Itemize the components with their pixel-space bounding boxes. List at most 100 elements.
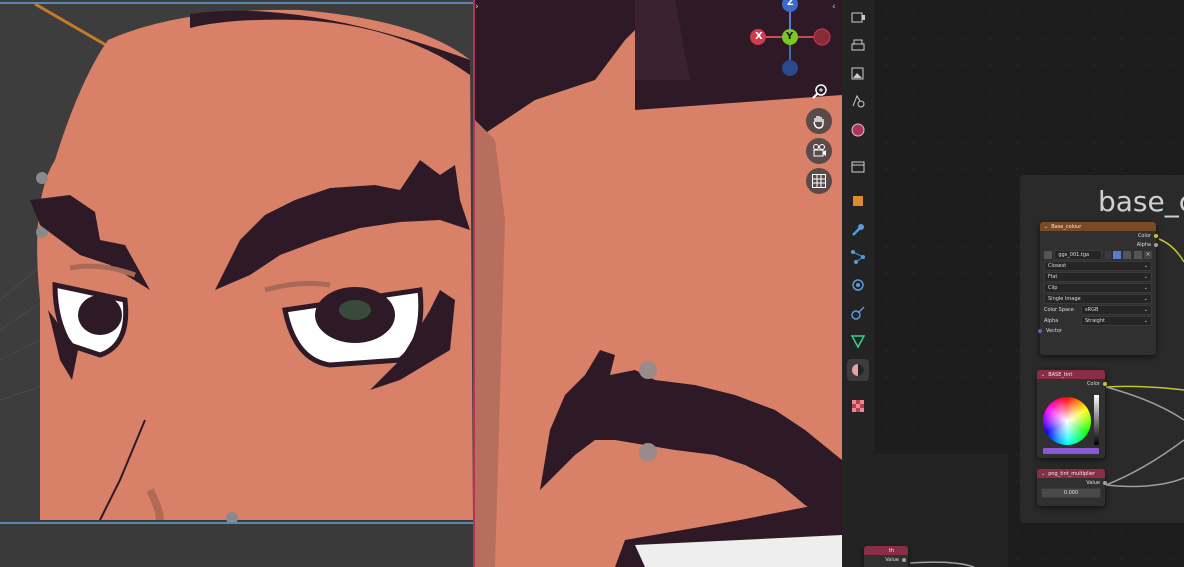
hand-icon: [813, 116, 824, 129]
toolbar-expand-left-icon[interactable]: ›: [475, 2, 479, 12]
chevron-down-icon: ⌄: [1143, 262, 1148, 269]
output-alpha-label: Alpha: [1136, 241, 1151, 248]
properties-tabs: [842, 0, 874, 567]
particles-icon: [851, 250, 865, 264]
collapse-icon[interactable]: ⌄: [1041, 372, 1045, 378]
color-space-dropdown[interactable]: sRGB ⌄: [1081, 304, 1152, 315]
mesh-data-icon: [850, 335, 866, 349]
grid-icon: [812, 174, 826, 188]
gizmo-x-label: X: [755, 31, 763, 42]
tab-physics[interactable]: [847, 274, 869, 296]
alpha-label: Alpha: [1044, 317, 1059, 324]
shield-icon[interactable]: [1112, 250, 1121, 259]
image-stack-icon: [851, 67, 864, 80]
camera-back-icon: [851, 12, 865, 23]
axis-gizmo[interactable]: [750, 0, 840, 80]
viewport-right-scene: [475, 0, 842, 567]
collapse-icon[interactable]: ⌄: [1041, 471, 1045, 477]
extension-dropdown[interactable]: Clip ⌄: [1044, 282, 1152, 293]
input-vector-label: Vector: [1046, 327, 1062, 334]
tab-particles[interactable]: [847, 246, 869, 268]
tab-collection[interactable]: [847, 155, 869, 177]
chevron-down-icon: ⌄: [1143, 295, 1148, 302]
node-base-tint[interactable]: ⌄ BASE_tint Color: [1037, 370, 1107, 458]
box-icon: [851, 161, 865, 173]
zoom-button[interactable]: [807, 78, 833, 104]
pan-button[interactable]: [806, 108, 832, 134]
camera-icon: [813, 144, 826, 157]
tab-constraints[interactable]: [847, 302, 869, 324]
image-browse-icon[interactable]: [1044, 250, 1052, 259]
sidebar-expand-icon[interactable]: ‹: [832, 2, 836, 12]
output-value-socket[interactable]: [1103, 480, 1107, 485]
close-icon[interactable]: ×: [1143, 250, 1152, 259]
chevron-down-icon: ⌄: [1143, 284, 1148, 291]
output-alpha-socket[interactable]: [1154, 242, 1158, 247]
object-icon: [853, 196, 863, 206]
tab-render[interactable]: [847, 6, 869, 28]
interpolation-dropdown[interactable]: Closest ⌄: [1044, 260, 1152, 271]
gizmo-z-label: Z: [787, 0, 794, 8]
node-tint-multiplier[interactable]: ⌄ png_tint_multiplier Value 0.000: [1037, 469, 1107, 506]
projection-dropdown[interactable]: Flat ⌄: [1044, 271, 1152, 282]
collapse-icon[interactable]: ⌄: [1044, 224, 1048, 230]
chevron-down-icon: ⌄: [1143, 306, 1148, 313]
node-base-colour[interactable]: ⌄ Base_colour Color Alpha ggs_001.tga × …: [1038, 222, 1158, 355]
node-title: BASE_tint: [1048, 371, 1073, 378]
node-title: th: [888, 547, 894, 554]
output-color-socket[interactable]: [1154, 233, 1158, 238]
color-space-label: Color Space: [1044, 306, 1074, 313]
printer-icon: [851, 39, 865, 51]
tab-object[interactable]: [847, 190, 869, 212]
physics-icon: [852, 279, 864, 291]
scene-icon: [852, 94, 865, 108]
tab-data[interactable]: [847, 330, 869, 352]
constraint-icon: [851, 306, 865, 320]
fake-user-icon[interactable]: [1104, 250, 1111, 259]
wrench-icon: [852, 224, 864, 236]
folder-icon[interactable]: [1133, 250, 1142, 259]
tab-scene[interactable]: [847, 90, 869, 112]
viewport-left-scene: [0, 2, 473, 567]
ortho-toggle-button[interactable]: [806, 168, 832, 194]
chevron-down-icon: ⌄: [1143, 273, 1148, 280]
output-color-label: Color: [1137, 232, 1151, 239]
image-name-field[interactable]: ggs_001.tga: [1054, 249, 1103, 260]
input-vector-socket[interactable]: [1038, 328, 1042, 333]
chevron-down-icon: ⌄: [1143, 317, 1148, 324]
zoom-icon: [807, 78, 833, 104]
color-swatch[interactable]: [1043, 448, 1099, 454]
output-value-label: Value: [1086, 479, 1100, 486]
node-bottom-partial[interactable]: th Value: [864, 546, 908, 567]
source-dropdown[interactable]: Single Image ⌄: [1044, 293, 1152, 304]
color-wheel[interactable]: [1043, 397, 1091, 445]
output-value-label: Value: [885, 556, 899, 563]
node-header[interactable]: th: [864, 546, 908, 555]
tab-world[interactable]: [847, 119, 869, 141]
output-color-socket[interactable]: [1103, 381, 1107, 386]
viewport-left[interactable]: [0, 0, 473, 567]
gizmo-y-label: Y: [786, 31, 794, 42]
alpha-mode-dropdown[interactable]: Straight ⌄: [1081, 315, 1152, 326]
node-title: png_tint_multiplier: [1048, 470, 1096, 477]
duplicate-icon[interactable]: [1123, 250, 1132, 259]
node-header[interactable]: ⌄ png_tint_multiplier: [1037, 469, 1105, 478]
value-slider[interactable]: [1094, 395, 1099, 445]
node-header[interactable]: ⌄ BASE_tint: [1037, 370, 1105, 379]
material-icon: [852, 364, 864, 376]
tab-texture[interactable]: [847, 395, 869, 417]
checker-icon: [852, 400, 864, 412]
node-title: Base_colour: [1051, 223, 1082, 230]
output-color-label: Color: [1086, 380, 1100, 387]
tab-output[interactable]: [847, 35, 869, 57]
world-icon: [851, 123, 865, 137]
node-header[interactable]: ⌄ Base_colour: [1040, 222, 1156, 231]
viewport-right[interactable]: Z X Y › ‹: [475, 0, 842, 567]
tab-material[interactable]: [847, 359, 869, 381]
output-value-socket[interactable]: [902, 557, 906, 562]
camera-button[interactable]: [806, 138, 832, 164]
value-field[interactable]: 0.000: [1041, 487, 1101, 498]
tab-view-layer[interactable]: [847, 62, 869, 84]
tab-modifiers[interactable]: [847, 219, 869, 241]
node-editor[interactable]: base_c ⌄ Base_colour Color Alpha ggs_001…: [864, 0, 1184, 567]
